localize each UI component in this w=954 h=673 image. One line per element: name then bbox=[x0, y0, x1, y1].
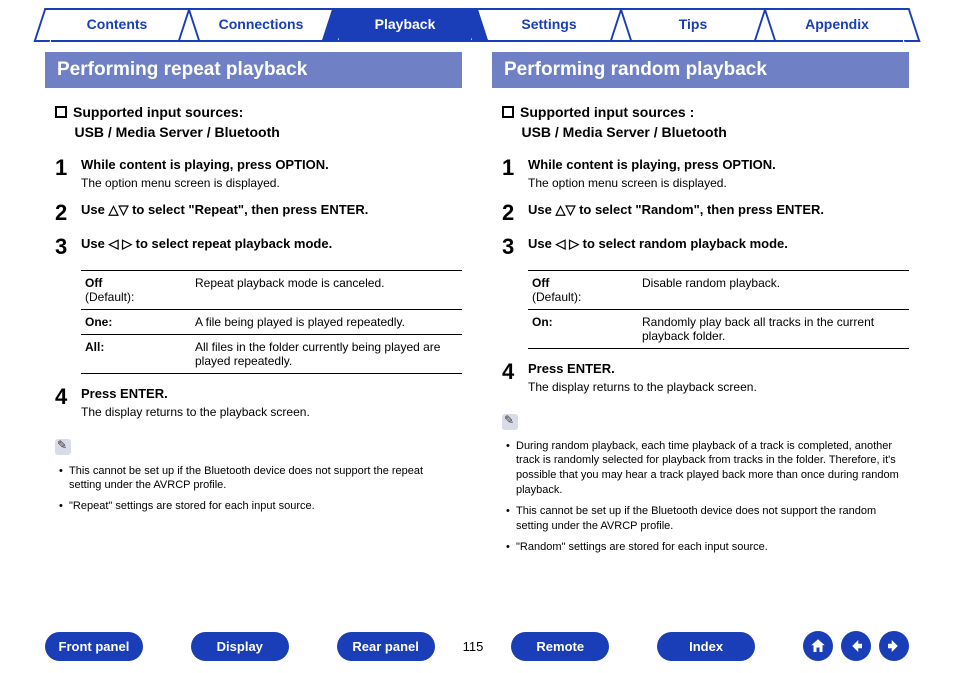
step-3: 3Use ◁ ▷ to select random playback mode. bbox=[502, 236, 909, 258]
option-description: Disable random playback. bbox=[642, 276, 905, 304]
footer-button-display[interactable]: Display bbox=[191, 632, 289, 661]
note-item: This cannot be set up if the Bluetooth d… bbox=[59, 464, 452, 494]
step-title: Use ◁ ▷ to select repeat playback mode. bbox=[81, 236, 462, 252]
tab-settings[interactable]: Settings bbox=[477, 8, 621, 42]
section-heading-right: Performing random playback bbox=[492, 52, 909, 88]
section-heading-left: Performing repeat playback bbox=[45, 52, 462, 88]
step-number: 2 bbox=[55, 202, 81, 224]
option-row: One:A file being played is played repeat… bbox=[81, 310, 462, 335]
option-label: Off(Default): bbox=[532, 276, 642, 304]
tab-connections[interactable]: Connections bbox=[189, 8, 333, 42]
footer-button-index[interactable]: Index bbox=[657, 632, 755, 661]
step-number: 4 bbox=[502, 361, 528, 394]
step-title: Use △▽ to select "Random", then press EN… bbox=[528, 202, 909, 218]
option-description: Repeat playback mode is canceled. bbox=[195, 276, 458, 304]
option-description: Randomly play back all tracks in the cur… bbox=[642, 315, 905, 343]
step-number: 1 bbox=[55, 157, 81, 190]
left-column: Performing repeat playback Supported inp… bbox=[45, 52, 462, 561]
next-page-icon[interactable] bbox=[879, 631, 909, 661]
pencil-note-icon bbox=[502, 414, 518, 430]
step-1: 1While content is playing, press OPTION.… bbox=[502, 157, 909, 190]
step-number: 3 bbox=[55, 236, 81, 258]
right-column: Performing random playback Supported inp… bbox=[492, 52, 909, 561]
step-number: 3 bbox=[502, 236, 528, 258]
option-row: All:All files in the folder currently be… bbox=[81, 335, 462, 374]
page-number: 115 bbox=[463, 639, 484, 654]
option-description: All files in the folder currently being … bbox=[195, 340, 458, 368]
option-row: Off(Default):Repeat playback mode is can… bbox=[81, 271, 462, 310]
step-4: 4Press ENTER. The display returns to the … bbox=[502, 361, 909, 394]
step-title: While content is playing, press OPTION. bbox=[81, 157, 462, 172]
notes-left: This cannot be set up if the Bluetooth d… bbox=[45, 464, 462, 515]
step-title: Press ENTER. bbox=[528, 361, 909, 376]
pencil-note-icon bbox=[55, 439, 71, 455]
options-table-right: Off(Default):Disable random playback.On:… bbox=[528, 270, 909, 349]
step-number: 4 bbox=[55, 386, 81, 419]
tab-playback[interactable]: Playback bbox=[333, 8, 477, 42]
step-description: The display returns to the playback scre… bbox=[528, 380, 909, 394]
footer-bar: Front panel Display Rear panel 115 Remote Ind… bbox=[45, 631, 909, 661]
step-number: 2 bbox=[502, 202, 528, 224]
footer-button-remote[interactable]: Remote bbox=[511, 632, 609, 661]
footer-button-front-panel[interactable]: Front panel bbox=[45, 632, 143, 661]
step-description: The option menu screen is displayed. bbox=[528, 176, 909, 190]
option-label: Off(Default): bbox=[85, 276, 195, 304]
checkbox-icon bbox=[502, 106, 514, 118]
note-item: This cannot be set up if the Bluetooth d… bbox=[506, 504, 899, 534]
footer-button-rear-panel[interactable]: Rear panel bbox=[337, 632, 435, 661]
step-description: The option menu screen is displayed. bbox=[81, 176, 462, 190]
option-row: On:Randomly play back all tracks in the … bbox=[528, 310, 909, 349]
note-item: "Random" settings are stored for each in… bbox=[506, 540, 899, 555]
tab-appendix[interactable]: Appendix bbox=[765, 8, 909, 42]
top-tabs: ContentsConnectionsPlaybackSettingsTipsA… bbox=[0, 0, 954, 42]
sub-heading-right: Supported input sources : USB / Media Se… bbox=[492, 102, 909, 143]
option-label: One: bbox=[85, 315, 195, 329]
note-item: "Repeat" settings are stored for each in… bbox=[59, 499, 452, 514]
option-row: Off(Default):Disable random playback. bbox=[528, 271, 909, 310]
prev-page-icon[interactable] bbox=[841, 631, 871, 661]
notes-right: During random playback, each time playba… bbox=[492, 439, 909, 555]
options-table-left: Off(Default):Repeat playback mode is can… bbox=[81, 270, 462, 374]
step-4: 4Press ENTER. The display returns to the … bbox=[55, 386, 462, 419]
step-1: 1While content is playing, press OPTION.… bbox=[55, 157, 462, 190]
option-description: A file being played is played repeatedly… bbox=[195, 315, 458, 329]
step-description: The display returns to the playback scre… bbox=[81, 405, 462, 419]
home-icon[interactable] bbox=[803, 631, 833, 661]
tab-contents[interactable]: Contents bbox=[45, 8, 189, 42]
step-title: Use △▽ to select "Repeat", then press EN… bbox=[81, 202, 462, 218]
step-title: Use ◁ ▷ to select random playback mode. bbox=[528, 236, 909, 252]
tab-tips[interactable]: Tips bbox=[621, 8, 765, 42]
option-label: On: bbox=[532, 315, 642, 343]
note-item: During random playback, each time playba… bbox=[506, 439, 899, 498]
step-title: Press ENTER. bbox=[81, 386, 462, 401]
sub-heading-left: Supported input sources: USB / Media Ser… bbox=[45, 102, 462, 143]
step-2: 2Use △▽ to select "Repeat", then press E… bbox=[55, 202, 462, 224]
option-label: All: bbox=[85, 340, 195, 368]
step-3: 3Use ◁ ▷ to select repeat playback mode. bbox=[55, 236, 462, 258]
step-title: While content is playing, press OPTION. bbox=[528, 157, 909, 172]
step-number: 1 bbox=[502, 157, 528, 190]
step-2: 2Use △▽ to select "Random", then press E… bbox=[502, 202, 909, 224]
checkbox-icon bbox=[55, 106, 67, 118]
